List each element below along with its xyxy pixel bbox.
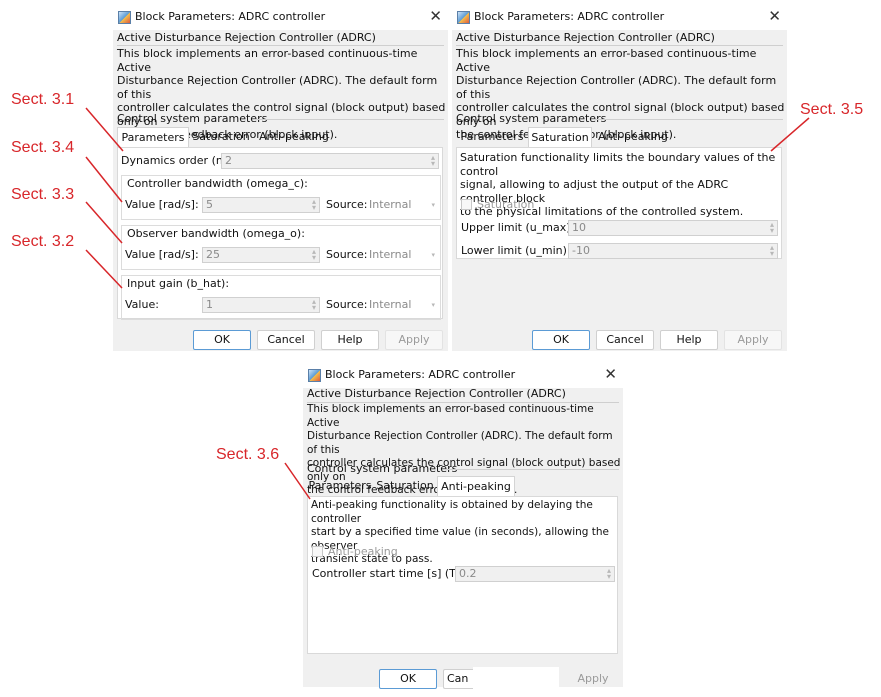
annotation-sect-3-5: Sect. 3.5 bbox=[800, 101, 864, 118]
annotation-leader-lines bbox=[85, 107, 810, 500]
leader-line-3-2 bbox=[85, 249, 123, 289]
annotation-sect-3-4: Sect. 3.4 bbox=[11, 139, 75, 156]
annotation-sect-3-3: Sect. 3.3 bbox=[11, 186, 75, 203]
leader-line-3-6 bbox=[284, 462, 311, 500]
annotation-sect-3-6: Sect. 3.6 bbox=[216, 446, 280, 463]
annotation-sect-3-1: Sect. 3.1 bbox=[11, 91, 75, 108]
annotation-sect-3-2: Sect. 3.2 bbox=[11, 233, 75, 250]
leader-line-3-3 bbox=[85, 201, 123, 244]
leader-line-3-1 bbox=[85, 107, 124, 152]
leader-line-3-5 bbox=[770, 117, 810, 152]
leader-line-3-4 bbox=[85, 156, 123, 203]
